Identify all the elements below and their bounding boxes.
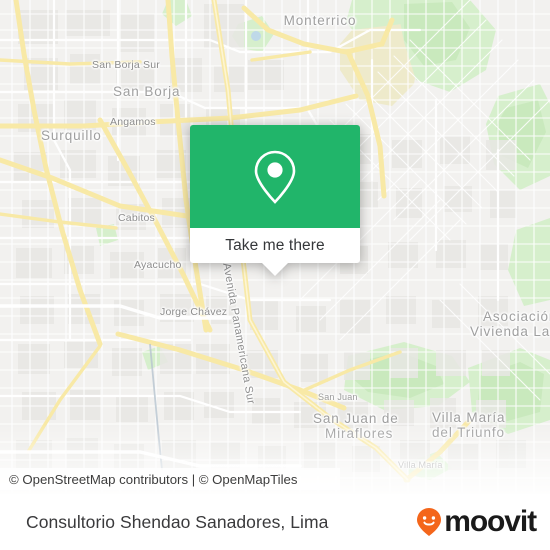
location-popup[interactable]: Take me there (190, 125, 360, 276)
map-label-villa-maria-2: del Triunfo (432, 425, 505, 440)
map-label-san-juan: San Juan (318, 392, 358, 402)
map-canvas[interactable]: .r1{stroke:#ffffff;fill:none;stroke-line… (0, 0, 550, 494)
map-label-villa-maria: Villa María (432, 410, 506, 425)
map-attribution: © OpenStreetMap contributors | © OpenMap… (0, 468, 340, 490)
map-label-san-borja: San Borja (113, 84, 181, 99)
footer-bar: Consultorio Shendao Sanadores, Lima moov… (0, 494, 550, 550)
page-title: Consultorio Shendao Sanadores, Lima (26, 511, 329, 532)
map-label-vivienda-la-gra: Vivienda La Gra (470, 324, 550, 339)
map-label-asociacion: Asociación d (483, 309, 550, 324)
map-pin-icon (254, 150, 296, 204)
map-label-cabitos: Cabitos (118, 212, 156, 224)
map-label-angamos: Angamos (110, 116, 156, 128)
map-label-villa-maria-small: Villa María (398, 460, 443, 470)
map-label-ayacucho: Ayacucho (134, 259, 182, 271)
map-label-jorge-chavez: Jorge Chávez (160, 306, 228, 318)
map-label-san-juan-de: San Juan de (313, 411, 399, 426)
map-label-monterrico: Monterrico (283, 13, 357, 28)
popup-pointer-tail (261, 262, 289, 276)
popup-header (190, 125, 360, 228)
map-label-miraflores: Miraflores (325, 426, 394, 441)
moovit-wordmark: moovit (444, 505, 537, 538)
attribution-text: © OpenStreetMap contributors | © OpenMap… (9, 471, 298, 487)
map-screenshot-root: .r1{stroke:#ffffff;fill:none;stroke-line… (0, 0, 550, 550)
take-me-there-button[interactable]: Take me there (190, 228, 360, 263)
map-label-surquillo: Surquillo (41, 128, 102, 143)
map-label-san-borja-sur: San Borja Sur (92, 59, 160, 71)
moovit-logo[interactable]: moovit (416, 505, 537, 538)
moovit-smiley-pin-icon (417, 508, 442, 536)
take-me-there-label: Take me there (225, 236, 325, 254)
